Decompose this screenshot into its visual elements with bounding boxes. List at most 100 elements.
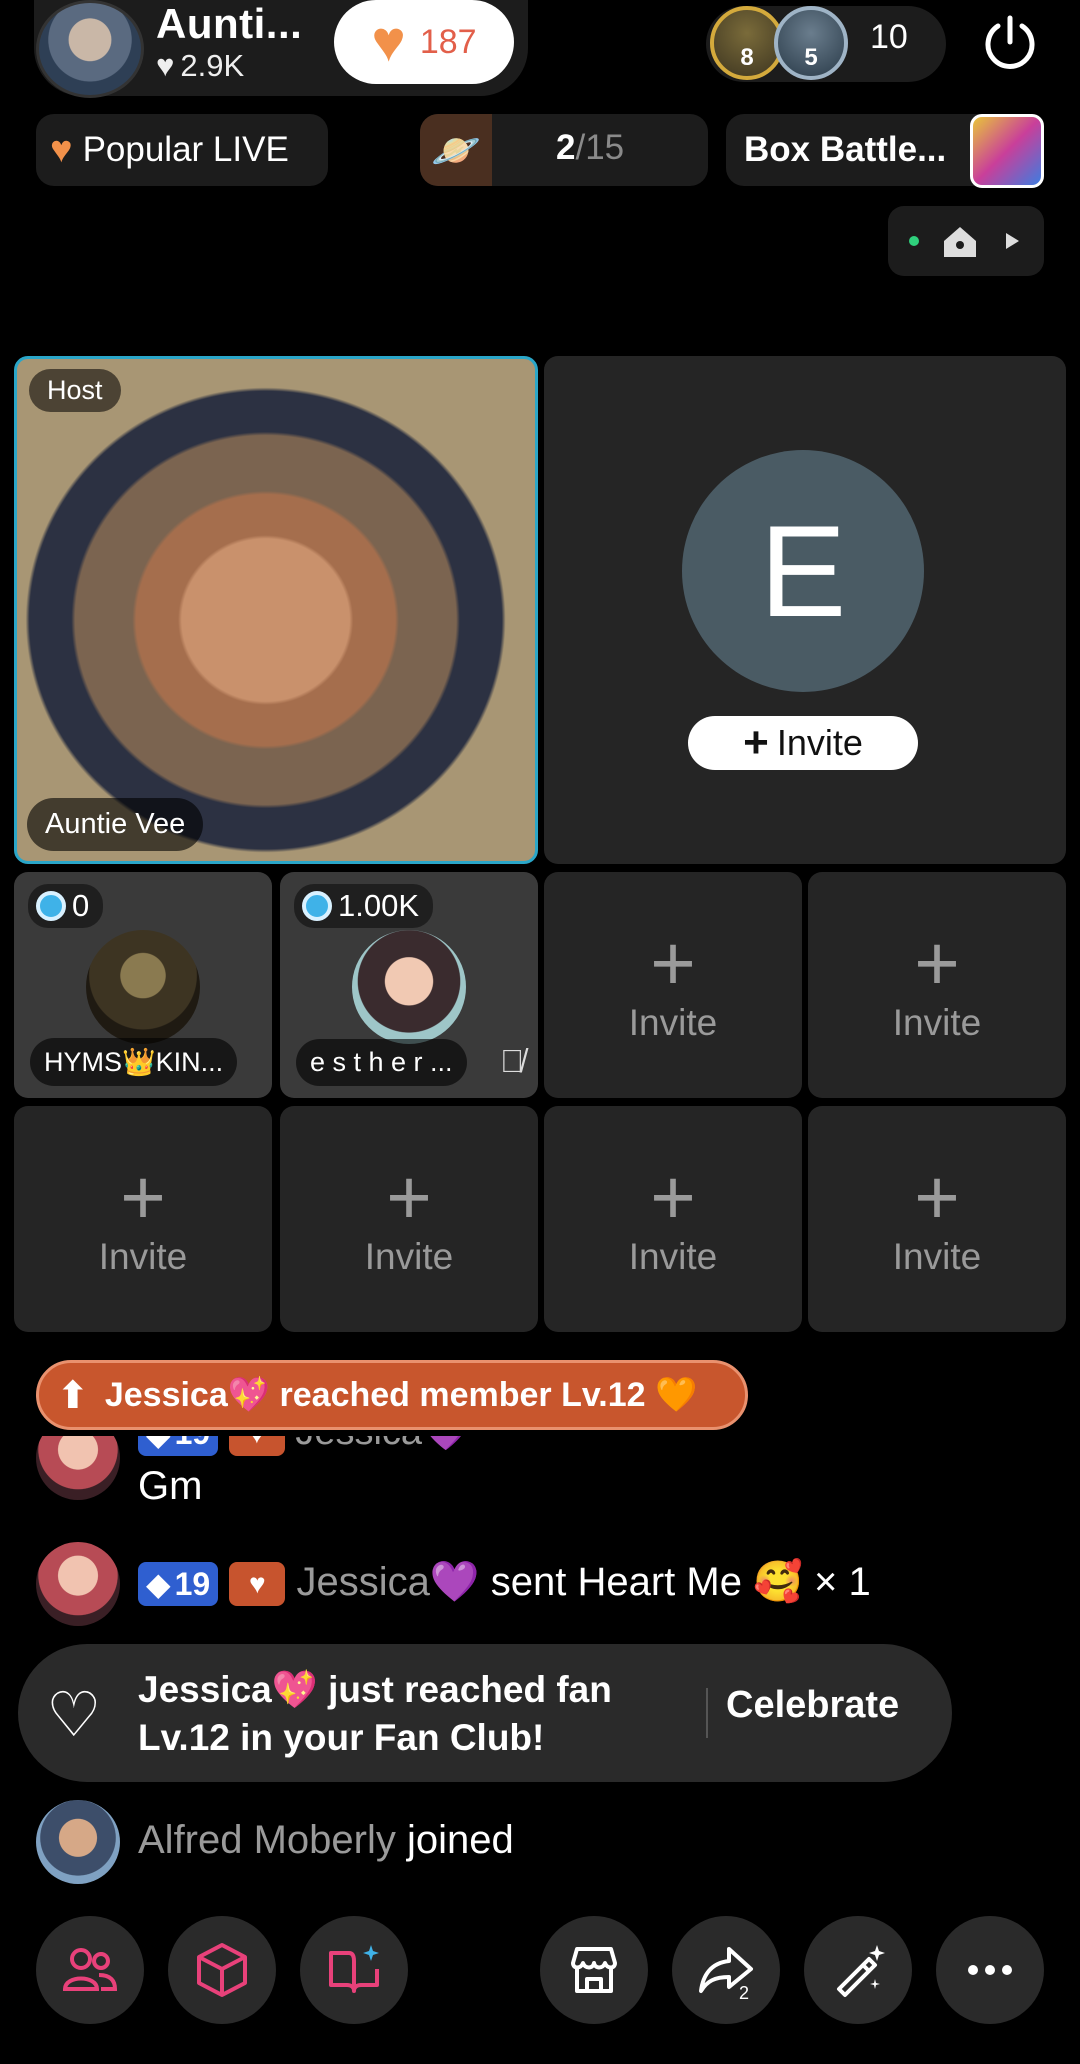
chat-avatar[interactable]	[36, 1542, 120, 1626]
like-count: 187	[419, 22, 477, 61]
home-icon	[944, 227, 976, 257]
top-viewer-badge[interactable]: 8	[710, 6, 784, 80]
cube-button[interactable]	[168, 1916, 276, 2024]
guest-name: HYMS👑KIN...	[30, 1038, 238, 1086]
people-button[interactable]	[36, 1916, 144, 2024]
rank-total: /15	[575, 128, 625, 167]
gem-value: 1.00K	[338, 888, 420, 923]
broken-heart-icon: ♥	[50, 128, 73, 171]
chat-avatar[interactable]	[36, 1800, 120, 1884]
store-button[interactable]	[540, 1916, 648, 2024]
power-icon[interactable]	[980, 12, 1040, 72]
box-battle-thumbnail[interactable]	[970, 114, 1044, 188]
chat-header: ◆19 ♥ Jessica💜	[138, 1436, 469, 1456]
home-widget[interactable]	[888, 206, 1044, 276]
invite-label: Invite	[628, 1236, 718, 1277]
play-arrow-icon	[1006, 233, 1019, 249]
like-button[interactable]: ♥ 187	[334, 0, 514, 84]
host-video-tile[interactable]: Host Auntie Vee	[14, 356, 538, 864]
chat-username[interactable]: Jessica💜	[296, 1560, 479, 1604]
popular-live-button[interactable]: ♥ Popular LIVE	[36, 114, 328, 186]
magic-button[interactable]	[804, 1916, 912, 2024]
guest-tile[interactable]: 1.00K e s t h e r ... 🎙̸	[280, 872, 538, 1098]
box-battle-label: Box Battle...	[744, 130, 947, 169]
invite-label: Invite	[364, 1236, 454, 1277]
gem-count: 1.00K	[294, 884, 434, 928]
invite-label: Invite	[892, 1236, 982, 1277]
heart-icon: ♥	[156, 48, 175, 83]
invite-seat[interactable]: + Invite	[808, 872, 1066, 1098]
fan-club-message: Jessica💖 just reached fan Lv.12 in your …	[138, 1669, 612, 1758]
rank-pill[interactable]: 🪐 2/15	[420, 114, 708, 186]
guest-avatar	[86, 930, 200, 1044]
level-badge: ◆19	[138, 1436, 219, 1456]
host-label: Host	[29, 369, 121, 412]
invite-seat[interactable]: + Invite	[544, 872, 802, 1098]
plus-icon: +	[120, 1153, 166, 1241]
joined-username[interactable]: Alfred Moberly	[138, 1818, 396, 1862]
plus-icon: +	[743, 718, 769, 767]
guest-name: e s t h e r ...	[296, 1039, 467, 1086]
people-icon	[62, 1948, 118, 1991]
fan-badge: ♥	[228, 1436, 285, 1456]
host-avatar[interactable]	[36, 0, 144, 98]
empty-guest-tile[interactable]: E + Invite	[544, 356, 1066, 864]
more-icon	[968, 1965, 1012, 1975]
chat-username[interactable]: Jessica💜	[295, 1436, 469, 1453]
level-value: 19	[174, 1565, 211, 1602]
gem-value: 0	[72, 888, 90, 923]
top-viewer-badge[interactable]: 5	[774, 6, 848, 80]
plus-icon: +	[914, 1153, 960, 1241]
invite-button[interactable]: + Invite	[688, 716, 918, 770]
host-name[interactable]: Aunti...	[156, 0, 302, 48]
invite-seat[interactable]: + Invite	[14, 1106, 272, 1332]
invite-seat[interactable]: + Invite	[808, 1106, 1066, 1332]
arrow-up-icon: ⬆	[57, 1374, 89, 1417]
heart-outline-icon: ♡	[46, 1681, 102, 1750]
guest-tile[interactable]: 0 HYMS👑KIN...	[14, 872, 272, 1098]
rank-current: 2	[556, 128, 576, 167]
gem-icon	[36, 891, 66, 921]
chat-message-text: Gm	[138, 1464, 203, 1508]
chat-message-partial: ◆19 ♥ Jessica💜 Gm	[0, 1436, 1080, 1516]
level-value: 19	[175, 1436, 211, 1452]
invite-label: Invite	[892, 1002, 982, 1043]
store-icon	[571, 1947, 617, 1993]
invite-label: Invite	[628, 1002, 718, 1043]
mic-muted-icon: 🎙̸	[500, 1043, 524, 1079]
rank-text: 2/15	[556, 128, 624, 168]
invite-label: Invite	[776, 722, 863, 763]
invite-seat[interactable]: + Invite	[544, 1106, 802, 1332]
celebrate-button[interactable]: Celebrate	[726, 1684, 899, 1727]
share-button[interactable]: 2	[672, 1916, 780, 2024]
book-button[interactable]	[300, 1916, 408, 2024]
planet-icon: 🪐	[420, 114, 492, 186]
viewer-rank: 8	[740, 44, 754, 71]
host-caption: Auntie Vee	[27, 798, 204, 851]
plus-icon: +	[650, 1153, 696, 1241]
host-likes-value: 2.9K	[180, 48, 245, 83]
chat-gift-message: ◆ 19 ♥ Jessica💜 sent Heart Me 🥰 × 1	[138, 1558, 871, 1607]
invite-label: Invite	[98, 1236, 188, 1277]
plus-icon: +	[386, 1153, 432, 1241]
status-dot	[909, 236, 919, 246]
gem-icon	[302, 891, 332, 921]
popular-live-label: Popular LIVE	[82, 130, 289, 169]
fan-club-card: ♡ Jessica💖 just reached fan Lv.12 in you…	[18, 1644, 952, 1782]
magic-wand-icon	[837, 1945, 885, 1997]
cube-icon	[197, 1943, 247, 1997]
guest-initial-avatar: E	[682, 450, 924, 692]
viewer-rank: 5	[804, 44, 818, 71]
more-button[interactable]	[936, 1916, 1044, 2024]
share-count: 2	[739, 1983, 749, 2001]
book-sparkle-icon	[329, 1945, 379, 1993]
gift-text: sent Heart Me 🥰 × 1	[490, 1560, 871, 1604]
joined-text: joined	[407, 1818, 514, 1862]
banner-text: Jessica💖 reached member Lv.12 🧡	[104, 1376, 698, 1414]
level-badge: ◆19	[138, 1562, 219, 1607]
invite-seat[interactable]: + Invite	[280, 1106, 538, 1332]
join-message: Alfred Moberly joined	[138, 1818, 514, 1863]
viewer-count[interactable]: 10	[870, 18, 908, 57]
chat-avatar[interactable]	[36, 1436, 120, 1500]
fan-badge: ♥	[229, 1562, 286, 1607]
